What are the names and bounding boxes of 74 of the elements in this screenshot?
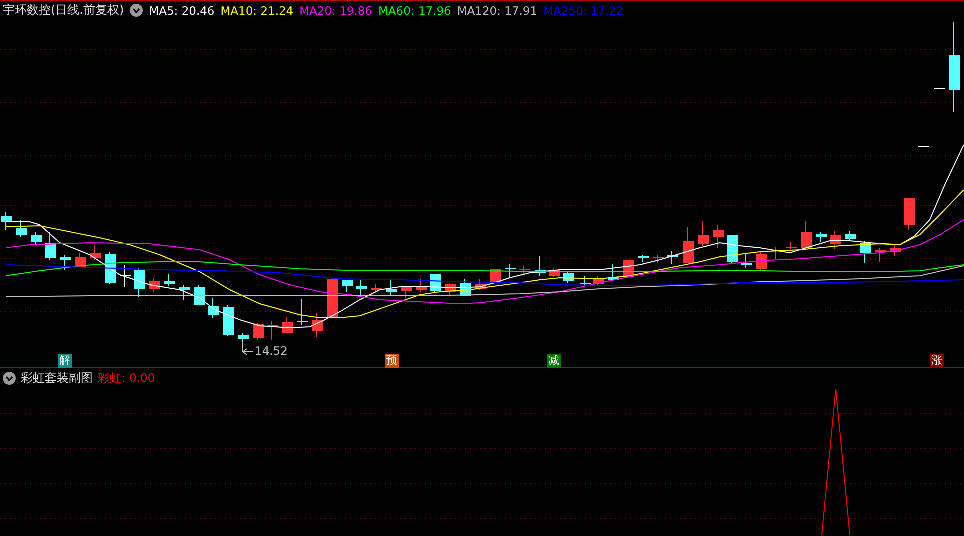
candlestick [75,252,86,268]
dropdown-icon[interactable] [3,372,16,385]
candlestick [535,256,546,276]
candlestick [771,246,782,260]
candlestick [741,252,752,268]
candlestick [845,230,856,242]
signal-marker: 减 [547,354,561,368]
leader-line [242,342,254,356]
candlestick [653,254,664,264]
candlestick [401,286,412,298]
candlestick [371,284,382,292]
indicator-value: MA5: 20.46 [149,4,215,18]
candlestick [253,322,264,340]
candlestick [282,316,293,334]
candlestick [563,270,574,284]
candlestick [342,280,353,292]
indicator-title: 彩虹套装副图 [21,370,93,387]
candlestick [223,304,234,336]
indicator-value: MA250: 17.22 [544,4,624,18]
candlestick [786,242,797,250]
indicator-value: MA60: 17.96 [378,4,452,18]
candlestick [1,212,12,230]
candlestick [60,254,71,270]
candlestick [756,252,767,270]
candlestick [727,234,738,264]
candlestick [16,220,27,238]
candlestick [267,320,278,340]
candlestick [519,266,530,276]
candlestick [327,278,338,318]
candlestick [875,248,886,262]
signal-marker: 解 [58,354,72,368]
candlestick [386,280,397,296]
candlestick [31,232,42,246]
candlestick [698,220,709,246]
low-price-label: 14.52 [255,344,288,358]
stock-title: 宇环数控(日线.前复权) [3,2,124,19]
candlestick [475,278,486,290]
candlestick [134,268,145,298]
candlestick [90,244,101,260]
candlestick [580,276,591,286]
signal-marker: 涨 [930,354,944,368]
indicator-value: 彩虹: 0.00 [98,371,156,386]
candlestick [45,232,56,260]
candlestick [416,278,427,292]
indicator-value: MA120: 17.91 [457,4,538,18]
candlestick [667,250,678,264]
candlestick [608,264,619,282]
candlestick [208,298,219,318]
candlestick [179,284,190,300]
dropdown-icon[interactable] [130,4,144,17]
candlestick [918,146,929,148]
candlestick [890,244,901,256]
candlestick [860,240,871,264]
candlestick [801,220,812,248]
signal-marker: 预 [385,354,399,368]
candlestick [593,276,604,286]
candlestick [312,312,323,338]
candlestick [549,268,560,278]
candlestick [297,298,308,326]
indicator-value: MA20: 19.86 [300,4,372,18]
candlestick [149,278,160,292]
candlestick [904,198,915,230]
candlestick [445,282,456,296]
indicator-value: MA10: 21.24 [220,4,294,18]
candlestick [120,264,131,288]
candlestick [356,280,367,296]
candlestick [713,224,724,248]
candlestick [505,264,516,278]
candlestick [816,232,827,242]
candlestick [638,254,649,262]
candlestick [934,88,945,90]
candlestick [164,274,175,286]
candlestick [683,226,694,264]
candlestick [830,230,841,250]
